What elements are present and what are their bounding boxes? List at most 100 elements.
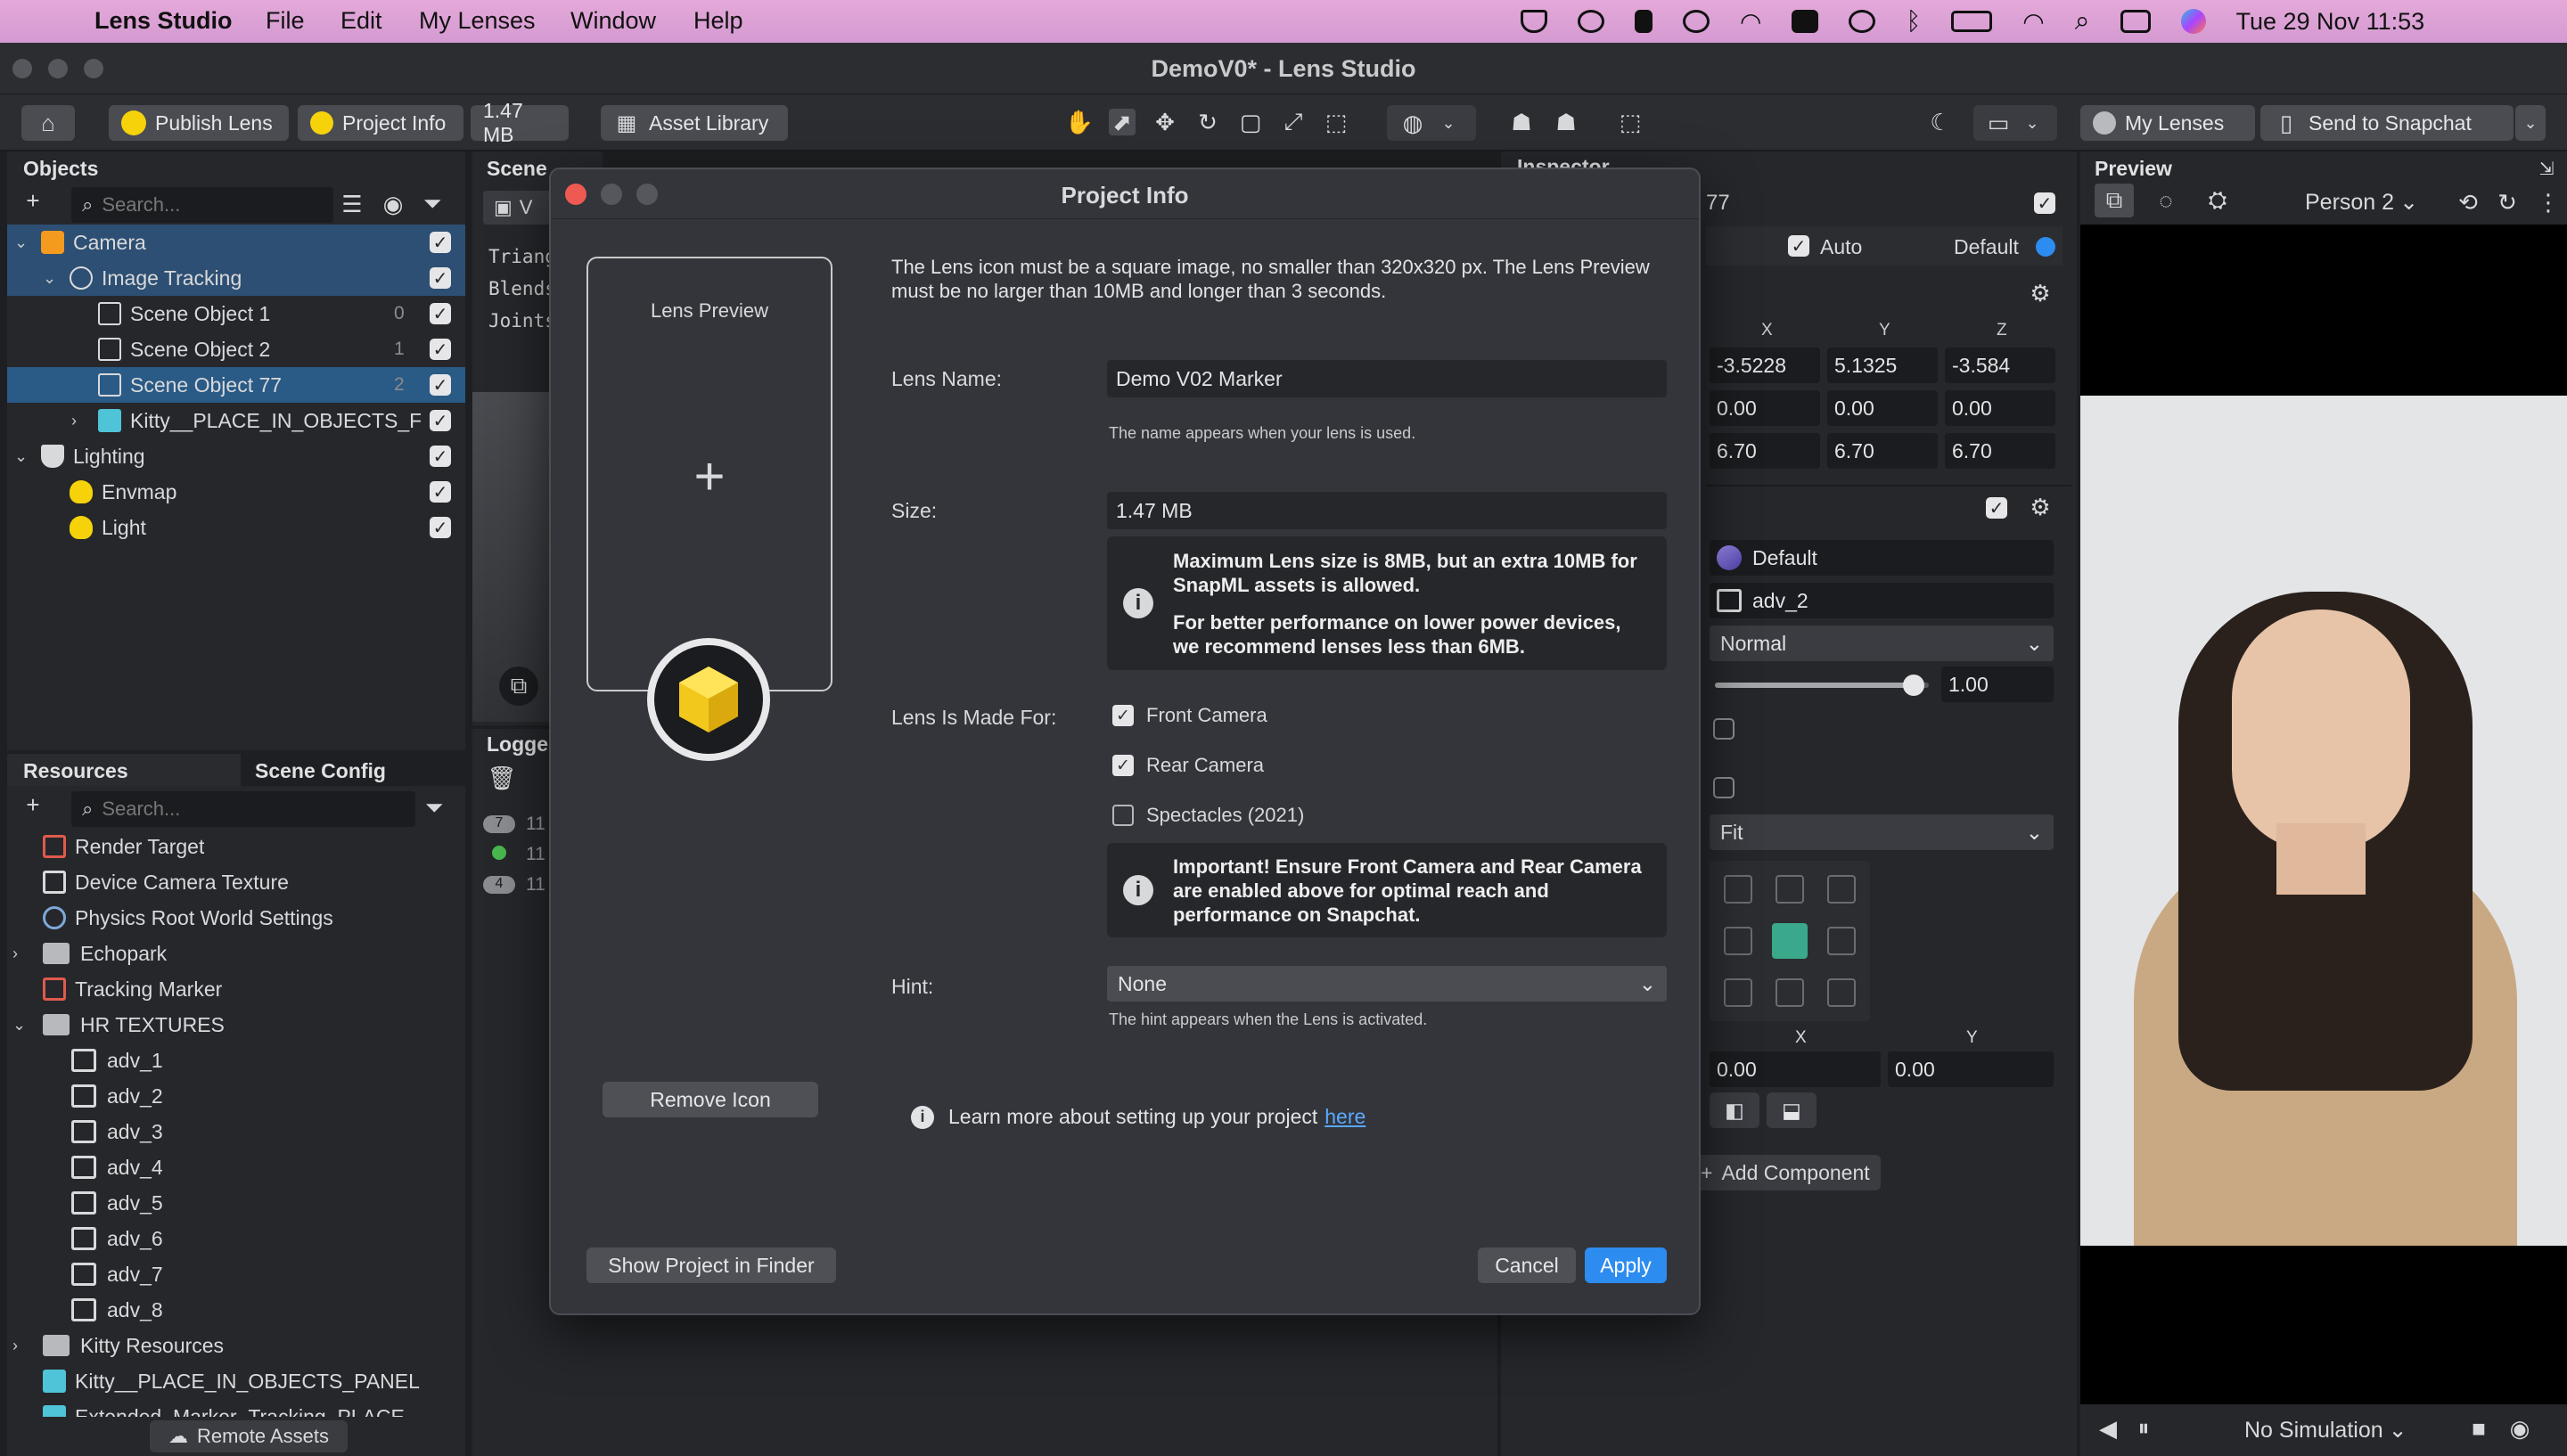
object-tree-item[interactable]: Envmap ✓ bbox=[7, 474, 465, 510]
auto-checkbox[interactable]: ✓ bbox=[1788, 235, 1809, 257]
pivot-bottom-left[interactable] bbox=[1724, 978, 1752, 1007]
resource-tree-item[interactable]: › Kitty Resources bbox=[7, 1328, 465, 1363]
send-options-dropdown[interactable]: ⌄ bbox=[2515, 105, 2546, 141]
fit-width-button[interactable]: ◧ bbox=[1710, 1092, 1759, 1128]
trash-icon[interactable]: 🗑 bbox=[488, 765, 517, 791]
pivot-top-right[interactable] bbox=[1827, 875, 1856, 904]
object-enabled-checkbox[interactable]: ✓ bbox=[430, 339, 451, 360]
object-tree-item[interactable]: Light ✓ bbox=[7, 510, 465, 545]
scene-frame-icon[interactable]: ⧉ bbox=[499, 667, 538, 706]
person-dropdown[interactable]: Person 2 ⌄ bbox=[2305, 189, 2418, 216]
object-tree-item[interactable]: ⌄ Camera ✓ bbox=[7, 225, 465, 260]
chevron-down-icon[interactable]: ⌄ bbox=[14, 233, 34, 252]
project-info-button[interactable]: Project Info bbox=[298, 105, 463, 141]
menu-file[interactable]: File bbox=[266, 7, 305, 35]
object-enabled-checkbox[interactable]: ✓ bbox=[430, 303, 451, 324]
screenshot-icon[interactable]: ◉ bbox=[2506, 1415, 2533, 1442]
rotate-tool-icon[interactable]: ↻ bbox=[1194, 109, 1221, 135]
simulation-dropdown[interactable]: No Simulation ⌄ bbox=[2244, 1417, 2407, 1444]
chevron-down-icon[interactable]: ⌄ bbox=[12, 1016, 32, 1035]
snap-tool-icon[interactable]: ⬚ bbox=[1323, 109, 1349, 135]
cancel-button[interactable]: Cancel bbox=[1478, 1247, 1576, 1283]
resource-tree-item[interactable]: adv_3 bbox=[7, 1114, 465, 1149]
resource-tree-item[interactable]: adv_2 bbox=[7, 1078, 465, 1114]
position-z-field[interactable]: -3.584 bbox=[1945, 348, 2055, 383]
object-enabled-checkbox[interactable]: ✓ bbox=[430, 410, 451, 431]
object-enabled-checkbox[interactable]: ✓ bbox=[430, 517, 451, 538]
resources-search-input[interactable]: ⌕ Search... bbox=[71, 791, 415, 827]
publish-lens-button[interactable]: Publish Lens bbox=[109, 105, 289, 141]
resource-tree-item[interactable]: adv_6 bbox=[7, 1221, 465, 1256]
scale-x-field[interactable]: 6.70 bbox=[1710, 433, 1820, 469]
resource-tree-item[interactable]: Render Target bbox=[7, 829, 465, 864]
layout-dropdown[interactable]: ▭ ⌄ bbox=[1973, 105, 2057, 141]
objects-cluster-icon[interactable]: ☗ bbox=[1508, 109, 1535, 135]
pivot-top-left[interactable] bbox=[1724, 875, 1752, 904]
hand-tool-icon[interactable]: ✋ bbox=[1065, 109, 1094, 135]
lens-icon-ring[interactable] bbox=[647, 638, 770, 761]
rear-camera-option[interactable]: ✓ Rear Camera bbox=[1112, 754, 1264, 777]
add-object-icon[interactable]: + bbox=[20, 187, 46, 214]
shield-icon[interactable] bbox=[1521, 10, 1547, 33]
object-enabled-checkbox[interactable]: ✓ bbox=[430, 374, 451, 396]
swap-camera-icon[interactable]: ⟲ bbox=[2455, 189, 2481, 216]
home-button[interactable]: ⌂ bbox=[21, 105, 75, 141]
wifi-icon[interactable]: ◠ bbox=[2022, 7, 2044, 37]
resource-tree-item[interactable]: ⌄ HR TEXTURES bbox=[7, 1007, 465, 1043]
opacity-slider-track[interactable] bbox=[1715, 675, 1929, 696]
pivot-middle-right[interactable] bbox=[1827, 927, 1856, 955]
undock-icon[interactable]: ⇲ bbox=[2533, 155, 2560, 182]
resource-tree-item[interactable]: Tracking Marker bbox=[7, 971, 465, 1007]
reset-preview-icon[interactable]: ↻ bbox=[2494, 189, 2521, 216]
position-x-field[interactable]: -3.5228 bbox=[1710, 348, 1820, 383]
rotation-y-field[interactable]: 0.00 bbox=[1827, 390, 1938, 426]
resource-tree-item[interactable]: Kitty__PLACE_IN_OBJECTS_PANEL bbox=[7, 1363, 465, 1399]
object-enabled-checkbox[interactable]: ✓ bbox=[430, 232, 451, 253]
lens-size-badge[interactable]: 1.47 MB bbox=[471, 99, 569, 146]
object-tree-item[interactable]: Scene Object 1 0 ✓ bbox=[7, 296, 465, 331]
play-icon[interactable] bbox=[1683, 10, 1710, 33]
spectacles-option[interactable]: Spectacles (2021) bbox=[1112, 804, 1304, 827]
input-source-icon[interactable] bbox=[1792, 10, 1819, 33]
coordinate-space-dropdown[interactable]: ◍ ⌄ bbox=[1387, 105, 1476, 141]
learn-more-link[interactable]: here bbox=[1325, 1105, 1366, 1129]
list-view-icon[interactable]: ☰ bbox=[339, 191, 365, 217]
flip-x-checkbox[interactable] bbox=[1713, 718, 1735, 740]
rotation-z-field[interactable]: 0.00 bbox=[1945, 390, 2055, 426]
scale-tool-icon[interactable]: ▢ bbox=[1237, 109, 1264, 135]
resource-tree-item[interactable]: Device Camera Texture bbox=[7, 864, 465, 900]
texture-field[interactable]: adv_2 bbox=[1710, 583, 2054, 618]
layer-color-dot[interactable] bbox=[2036, 237, 2055, 257]
tab-resources[interactable]: Resources bbox=[23, 759, 128, 783]
audio-icon[interactable]: ◀ bbox=[2095, 1415, 2121, 1442]
flip-y-checkbox[interactable] bbox=[1713, 777, 1735, 798]
material-field[interactable]: Default bbox=[1710, 540, 2054, 576]
rear-camera-checkbox[interactable]: ✓ bbox=[1112, 755, 1134, 776]
menu-help[interactable]: Help bbox=[693, 7, 743, 35]
menu-edit[interactable]: Edit bbox=[340, 7, 382, 35]
resource-tree-item[interactable]: adv_4 bbox=[7, 1149, 465, 1185]
camera-mode-icon[interactable]: ◌ bbox=[2146, 184, 2186, 217]
menu-window[interactable]: Window bbox=[570, 7, 656, 35]
chevron-right-icon[interactable]: › bbox=[12, 945, 32, 963]
chevron-right-icon[interactable]: › bbox=[71, 412, 91, 430]
control-center-icon[interactable] bbox=[2120, 10, 2151, 33]
pivot-x-field[interactable]: 0.00 bbox=[1710, 1051, 1881, 1087]
cloud-sync-icon[interactable] bbox=[1578, 10, 1604, 33]
spectacles-checkbox[interactable] bbox=[1112, 805, 1134, 826]
object-name-field[interactable]: 77 bbox=[1706, 191, 1730, 216]
apply-button[interactable]: Apply bbox=[1585, 1247, 1667, 1283]
rotation-x-field[interactable]: 0.00 bbox=[1710, 390, 1820, 426]
move-tool-icon[interactable]: ✥ bbox=[1152, 109, 1178, 135]
chevron-down-icon[interactable]: ⌄ bbox=[43, 269, 62, 288]
object-enabled-checkbox[interactable]: ✓ bbox=[430, 481, 451, 503]
dark-mode-icon[interactable]: ☾ bbox=[1927, 109, 1954, 135]
scale-y-field[interactable]: 6.70 bbox=[1827, 433, 1938, 469]
object-tree-item[interactable]: Scene Object 2 1 ✓ bbox=[7, 331, 465, 367]
enabled-checkbox[interactable]: ✓ bbox=[2034, 192, 2055, 214]
front-camera-checkbox[interactable]: ✓ bbox=[1112, 705, 1134, 726]
log-row[interactable]: 11 bbox=[483, 839, 545, 870]
log-row[interactable]: 4 11 bbox=[483, 870, 545, 900]
fit-height-button[interactable]: ⬓ bbox=[1767, 1092, 1817, 1128]
user-icon[interactable] bbox=[1849, 10, 1876, 33]
